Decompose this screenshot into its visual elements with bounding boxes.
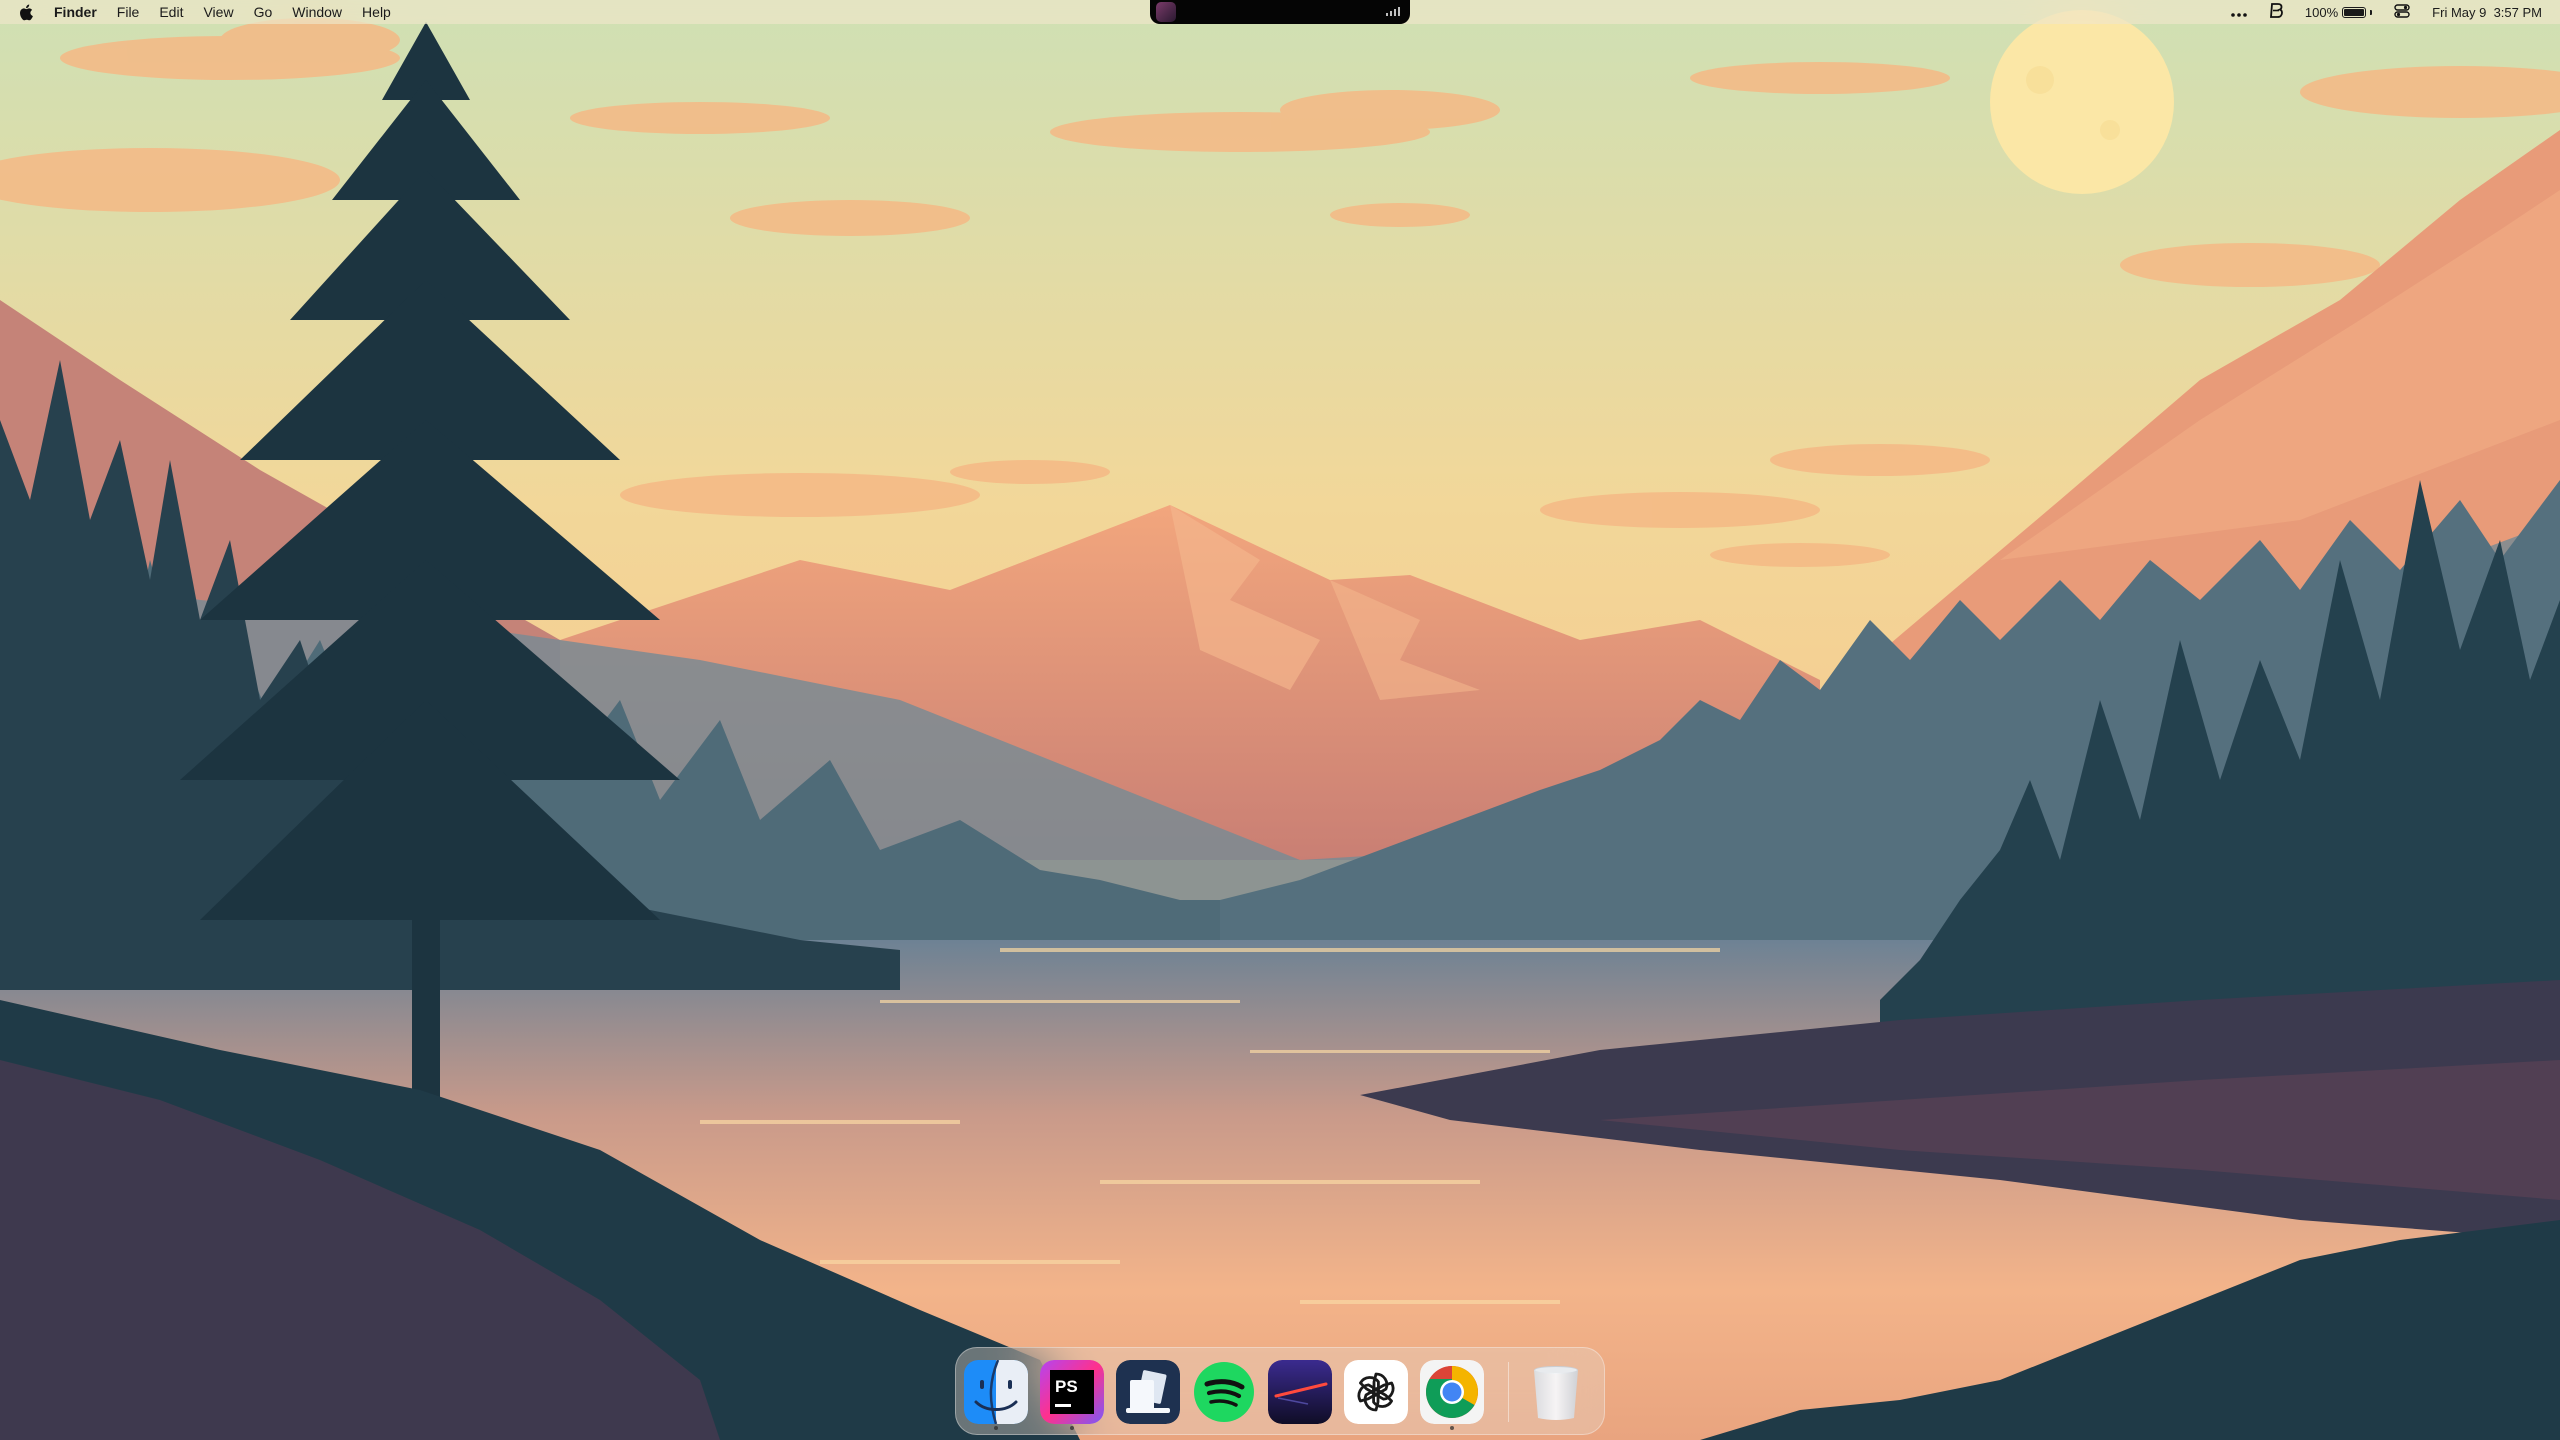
chatgpt-icon[interactable] — [1344, 1360, 1408, 1424]
battery-icon — [2342, 6, 2367, 18]
app-b-icon[interactable] — [2269, 2, 2283, 22]
audio-level-icon — [1386, 7, 1400, 16]
menu-window[interactable]: Window — [282, 0, 352, 24]
menubar-time: 3:57 PM — [2493, 4, 2542, 20]
battery-tip — [2370, 9, 2373, 15]
chrome-running-indicator — [1450, 1426, 1454, 1430]
chrome-icon[interactable] — [1420, 1360, 1484, 1424]
remote-desktop-icon[interactable] — [1116, 1360, 1180, 1424]
menu-bar: Finder File Edit View Go Window Help 100… — [0, 0, 2560, 24]
battery-level — [2344, 8, 2365, 16]
control-center-icon[interactable] — [2394, 3, 2410, 21]
battery-percent: 100% — [2304, 4, 2339, 20]
menubar-clock[interactable]: Fri May 9 3:57 PM — [2432, 5, 2542, 20]
menubar-app-icon[interactable] — [1156, 2, 1176, 22]
desktop[interactable]: Finder File Edit View Go Window Help 100… — [0, 0, 2560, 1440]
camera-notch — [1150, 0, 1410, 24]
phpstorm-running-indicator — [1070, 1426, 1074, 1430]
menu-edit[interactable]: Edit — [149, 0, 193, 24]
menu-help[interactable]: Help — [352, 0, 401, 24]
menu-file[interactable]: File — [107, 0, 150, 24]
linear-icon[interactable] — [1268, 1360, 1332, 1424]
trash-icon[interactable] — [1524, 1360, 1588, 1424]
dock: PS — [955, 1347, 1605, 1435]
spotify-icon[interactable] — [1192, 1360, 1256, 1424]
menu-go[interactable]: Go — [244, 0, 283, 24]
battery-status[interactable]: 100% — [2304, 4, 2373, 20]
finder-running-indicator — [994, 1426, 998, 1430]
desktop-wallpaper — [0, 0, 2560, 1440]
menu-view[interactable]: View — [193, 0, 243, 24]
more-icon[interactable] — [2231, 5, 2247, 20]
phpstorm-icon[interactable]: PS — [1040, 1360, 1104, 1424]
svg-text:PS: PS — [1055, 1377, 1078, 1396]
menubar-date: Fri May 9 — [2432, 4, 2487, 20]
apple-logo-icon[interactable] — [18, 3, 34, 21]
menu-app-name[interactable]: Finder — [44, 0, 107, 24]
dock-separator — [1508, 1362, 1509, 1422]
finder-icon[interactable] — [964, 1360, 1028, 1424]
